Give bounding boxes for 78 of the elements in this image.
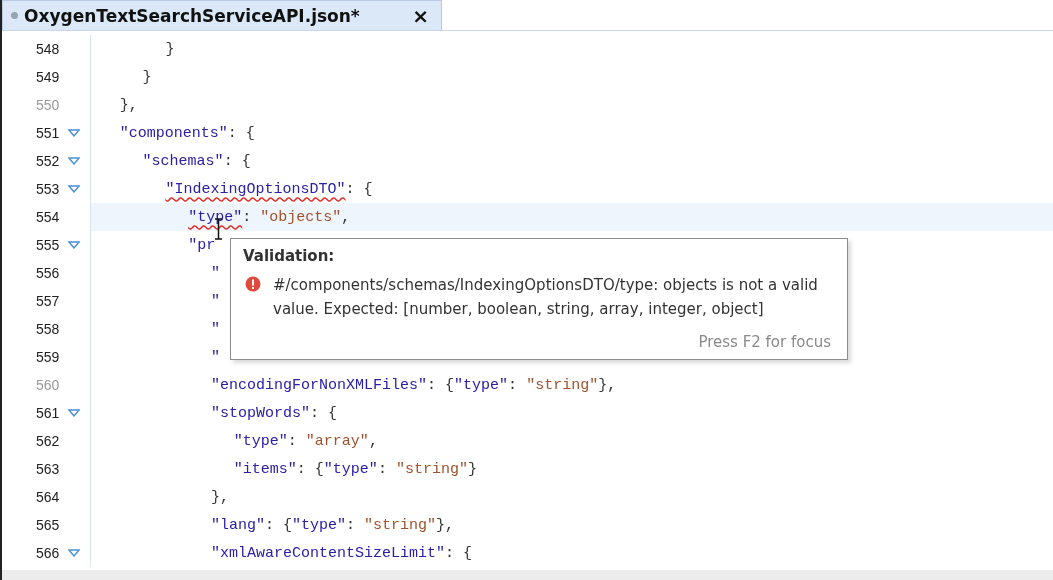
json-key: " [211,348,221,366]
horizontal-scrollbar[interactable] [2,570,1053,580]
json-key: " [211,292,221,310]
json-key: "type" [454,376,509,394]
json-key: " [211,320,221,338]
error-underlined-text: "type" [188,208,243,226]
line-number: 549 [36,69,61,85]
line-number: 556 [36,265,61,281]
line-number: 551 [36,125,61,141]
close-icon[interactable]: × [412,3,429,28]
json-punctuation: : [508,376,519,394]
json-string: "string" [526,376,599,394]
json-punctuation: : [346,516,357,534]
json-key: "schemas" [142,152,224,170]
json-punctuation: , [341,208,351,226]
json-punctuation: : { [223,152,251,170]
json-key: "type" [292,516,347,534]
line-number: 554 [36,209,61,225]
json-string: "array" [305,432,369,450]
json-key: "pr [188,236,216,254]
fold-triangle-icon[interactable] [68,157,80,165]
json-punctuation: : [287,432,298,450]
line-number: 555 [36,237,61,253]
line-number: 553 [36,181,61,197]
json-key: "type" [323,460,378,478]
line-number: 563 [36,461,61,477]
line-number: 566 [36,545,61,561]
json-punctuation: : { [296,460,324,478]
line-number: 564 [36,489,61,505]
line-number: 557 [36,293,61,309]
json-punctuation: }, [211,488,230,506]
line-number: 560 [36,377,61,393]
json-punctuation: : { [445,544,473,562]
json-punctuation: }, [119,96,138,114]
json-punctuation: } [165,40,175,58]
tooltip-title: Validation: [243,247,336,265]
line-number: 558 [36,321,61,337]
error-underlined-text: "IndexingOptionsDTO" [165,180,346,198]
json-punctuation: }, [436,516,455,534]
json-string: "string" [395,460,468,478]
json-punctuation: : { [227,124,255,142]
json-key: "stopWords" [211,404,311,422]
json-punctuation: : { [310,404,338,422]
json-key: "xmlAwareContentSizeLimit" [211,544,446,562]
json-key: "lang" [211,516,266,534]
fold-triangle-icon[interactable] [68,185,80,193]
json-key: "type" [233,432,288,450]
editor-tab[interactable]: OxygenTextSearchServiceAPI.json* × [2,0,442,30]
focus-hint: Press F2 for focus [697,333,831,351]
validation-message: #/components/schemas/IndexingOptionsDTO/type: objects is not a valid value. Expected: [number, boolean, string, array, integer, object] [273,275,818,320]
line-number: 562 [36,433,61,449]
line-number: 550 [36,97,61,113]
json-punctuation: : [242,208,253,226]
json-punctuation: : { [265,516,293,534]
line-number: 548 [36,41,61,57]
json-punctuation: } [467,460,477,478]
fold-triangle-icon[interactable] [68,549,80,557]
json-punctuation: : [377,460,388,478]
json-punctuation: } [142,68,152,86]
json-key: "encodingForNonXMLFiles" [211,376,428,394]
line-number: 565 [36,517,61,533]
line-number: 559 [36,349,61,365]
json-key: "items" [233,460,297,478]
json-punctuation: }, [598,376,617,394]
json-key: "components" [119,124,228,142]
line-number: 561 [36,405,61,421]
fold-triangle-icon[interactable] [68,409,80,417]
error-icon [245,276,261,292]
json-string: "objects" [260,208,342,226]
json-punctuation: , [368,432,378,450]
fold-triangle-icon[interactable] [68,241,80,249]
json-string: "string" [364,516,437,534]
line-number: 552 [36,153,61,169]
fold-triangle-icon[interactable] [68,129,80,137]
json-punctuation: : { [345,180,373,198]
json-punctuation: : { [427,376,455,394]
tab-title: OxygenTextSearchServiceAPI.json* [24,5,360,26]
json-key: " [211,264,221,282]
